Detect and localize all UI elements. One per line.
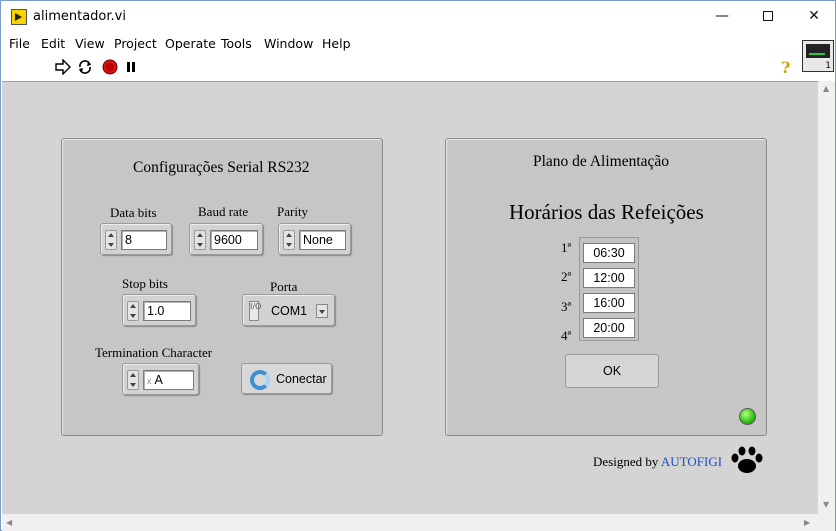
increment-icon[interactable] xyxy=(108,233,114,237)
baud-rate-control[interactable]: 9600 xyxy=(189,223,263,255)
visa-io-icon: I/O xyxy=(249,301,261,321)
close-button[interactable]: ✕ xyxy=(791,1,836,31)
data-bits-field[interactable]: 8 xyxy=(121,230,167,250)
decrement-icon[interactable] xyxy=(130,314,136,318)
decrement-icon[interactable] xyxy=(286,243,292,247)
parity-label: Parity xyxy=(277,204,309,219)
scroll-left-icon[interactable]: ◀ xyxy=(6,518,12,527)
labview-app-icon xyxy=(11,9,27,25)
termination-char-value: A xyxy=(154,373,163,387)
meal-time-4[interactable]: 20:00 xyxy=(583,318,635,338)
termination-char-control[interactable]: xA xyxy=(122,363,199,395)
vi-screen-icon xyxy=(806,44,830,58)
paw-print-icon xyxy=(731,446,763,473)
scroll-up-icon[interactable]: ▲ xyxy=(823,84,829,93)
decrement-icon[interactable] xyxy=(130,383,136,387)
meal-ordinal-1: 1ª xyxy=(561,240,572,255)
vi-connector-icon: 1 xyxy=(802,40,834,72)
menu-view[interactable]: View xyxy=(75,36,105,51)
connect-button-label: Conectar xyxy=(276,372,327,386)
parity-control[interactable]: None xyxy=(278,223,351,255)
parity-field[interactable]: None xyxy=(299,230,346,250)
meal-ordinal-3: 3ª xyxy=(561,299,572,314)
baud-rate-spinner[interactable] xyxy=(194,230,206,250)
abort-icon[interactable] xyxy=(102,59,118,75)
context-help-icon[interactable]: ? xyxy=(781,58,797,77)
stop-bits-control[interactable]: 1.0 xyxy=(122,294,196,326)
data-bits-spinner[interactable] xyxy=(105,230,117,250)
baud-rate-label: Baud rate xyxy=(198,204,249,219)
menu-project[interactable]: Project xyxy=(114,36,157,51)
data-bits-label: Data bits xyxy=(110,205,157,220)
app-window: alimentador.vi — ✕ File Edit View Projec… xyxy=(0,0,836,531)
designed-by-label: Designed by xyxy=(593,454,659,469)
baud-rate-field[interactable]: 9600 xyxy=(210,230,258,250)
vertical-scrollbar[interactable]: ▲ ▼ xyxy=(818,81,835,514)
menu-edit[interactable]: Edit xyxy=(41,36,65,51)
vi-icon-number: 1 xyxy=(825,61,831,71)
stop-bits-label: Stop bits xyxy=(122,276,168,291)
increment-icon[interactable] xyxy=(130,373,136,377)
run-continuously-icon[interactable] xyxy=(77,59,93,75)
menu-tools[interactable]: Tools xyxy=(221,36,252,51)
porta-value[interactable]: COM1 xyxy=(263,301,315,321)
stop-bits-spinner[interactable] xyxy=(127,301,139,321)
data-bits-control[interactable]: 8 xyxy=(100,223,172,255)
meal-time-3[interactable]: 16:00 xyxy=(583,293,635,313)
serial-panel-title: Configurações Serial RS232 xyxy=(133,159,310,176)
menu-bar: File Edit View Project Operate Tools Win… xyxy=(1,32,835,54)
pause-icon[interactable] xyxy=(123,59,139,75)
ok-button[interactable]: OK xyxy=(565,354,659,388)
meal-ordinal-2: 2ª xyxy=(561,269,572,284)
meal-time-2[interactable]: 12:00 xyxy=(583,268,635,288)
termination-char-field[interactable]: xA xyxy=(143,370,194,390)
meal-times-heading: Horários das Refeições xyxy=(509,200,704,224)
status-led-indicator xyxy=(739,408,756,425)
menu-file[interactable]: File xyxy=(9,36,30,51)
maximize-button[interactable] xyxy=(745,1,791,31)
menu-operate[interactable]: Operate xyxy=(165,36,216,51)
feeding-panel-title: Plano de Alimentação xyxy=(533,153,670,170)
menu-help[interactable]: Help xyxy=(322,36,351,51)
dropdown-arrow-icon[interactable] xyxy=(316,304,328,318)
designed-by-text: Designed by AUTOFIGI xyxy=(593,454,722,470)
run-icon[interactable] xyxy=(55,59,71,75)
increment-icon[interactable] xyxy=(197,233,203,237)
decrement-icon[interactable] xyxy=(197,243,203,247)
termination-char-label: Termination Character xyxy=(95,345,213,360)
increment-icon[interactable] xyxy=(130,304,136,308)
stop-bits-field[interactable]: 1.0 xyxy=(143,301,191,321)
increment-icon[interactable] xyxy=(286,233,292,237)
termination-spinner[interactable] xyxy=(127,370,139,390)
refresh-icon xyxy=(250,370,270,390)
title-bar: alimentador.vi — ✕ xyxy=(1,1,835,31)
scroll-corner xyxy=(818,514,835,531)
maximize-icon xyxy=(763,11,773,21)
porta-label: Porta xyxy=(270,279,298,294)
menu-window[interactable]: Window xyxy=(264,36,313,51)
decrement-icon[interactable] xyxy=(108,243,114,247)
parity-spinner[interactable] xyxy=(283,230,295,250)
meal-ordinal-4: 4ª xyxy=(561,328,572,343)
meal-time-1[interactable]: 06:30 xyxy=(583,243,635,263)
connect-button[interactable]: Conectar xyxy=(241,363,332,394)
serial-config-panel xyxy=(61,138,383,436)
scroll-down-icon[interactable]: ▼ xyxy=(823,500,829,509)
scroll-right-icon[interactable]: ▶ xyxy=(804,518,810,527)
horizontal-scrollbar[interactable]: ◀ ▶ xyxy=(2,514,818,531)
porta-control[interactable]: I/O COM1 xyxy=(242,294,335,326)
minimize-button[interactable]: — xyxy=(699,1,745,31)
hex-prefix-icon: x xyxy=(147,376,152,386)
toolbar xyxy=(1,54,801,80)
brand-name: AUTOFIGI xyxy=(660,454,723,469)
window-title: alimentador.vi xyxy=(33,9,126,24)
